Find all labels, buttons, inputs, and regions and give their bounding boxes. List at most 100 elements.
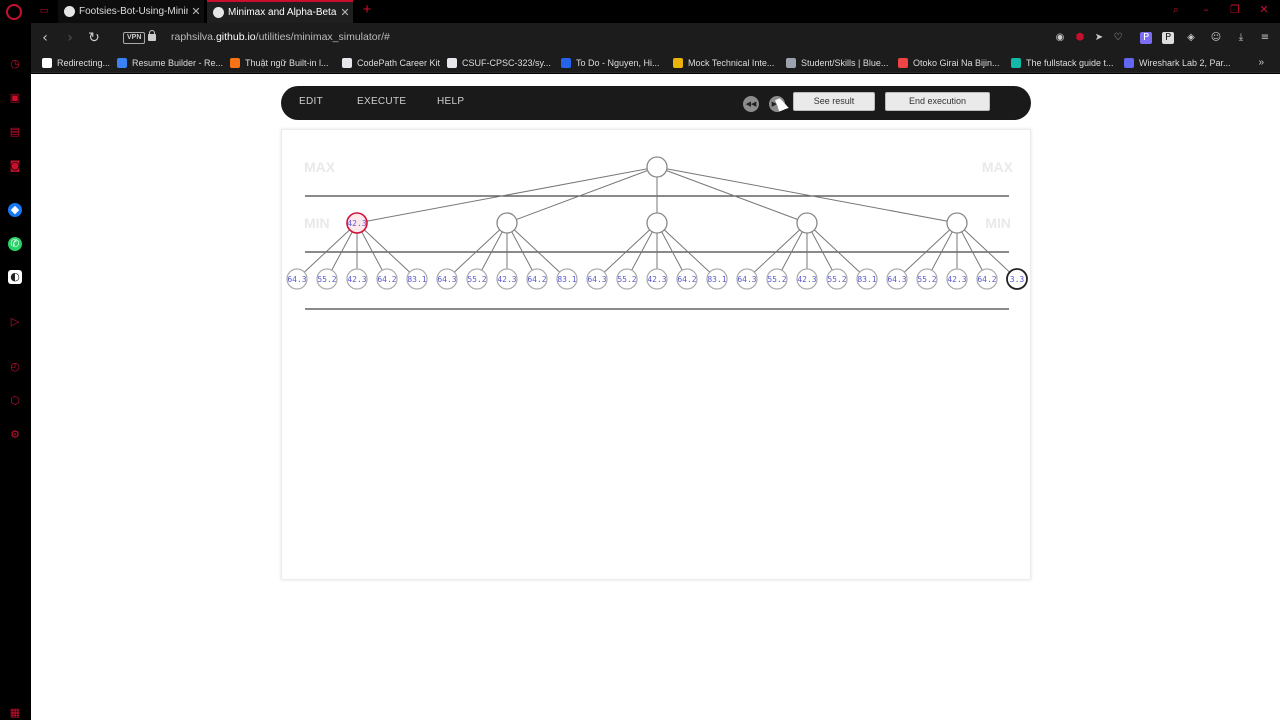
bookmark-label: Thuật ngữ Built-in l... — [245, 58, 329, 68]
leaf-node-value: 64.2 — [527, 275, 546, 284]
leaf-node-value: 83.1 — [857, 275, 876, 284]
bookmark-favicon-icon — [117, 58, 127, 68]
bookmark-label: Wireshark Lab 2, Par... — [1139, 58, 1231, 68]
tree-canvas[interactable]: MAX MAX MIN MIN 42.3 64.3 55.2 42.3 64.2 83.1 64.3… — [281, 129, 1031, 580]
min-node[interactable] — [796, 212, 818, 234]
tab-title: Footsies-Bot-Using-Minimax — [79, 6, 188, 17]
heart-icon[interactable]: ♡ — [1112, 32, 1124, 44]
settings-icon[interactable]: ⚙ — [8, 428, 22, 442]
end-execution-button[interactable]: End execution — [885, 92, 990, 111]
forward-icon[interactable]: › — [62, 30, 78, 46]
leaf-node-value: 64.2 — [677, 275, 696, 284]
tab-close-icon[interactable]: ✕ — [188, 5, 204, 18]
send-icon[interactable]: ➤ — [1093, 32, 1105, 44]
url-prefix: raphsilva. — [171, 31, 216, 43]
step-back-icon[interactable]: ◀◀ — [743, 96, 759, 112]
instagram-icon[interactable]: ◙ — [8, 159, 22, 173]
help-menu[interactable]: HELP — [437, 96, 464, 107]
history-icon[interactable]: ◴ — [8, 360, 22, 374]
bookmark-item[interactable]: Thuật ngữ Built-in l... — [230, 56, 329, 70]
camera-icon[interactable]: ◉ — [1054, 32, 1066, 44]
bookmark-favicon-icon — [42, 58, 52, 68]
bookmark-item[interactable]: Redirecting... — [42, 56, 110, 70]
leaf-node-value: 64.3 — [437, 275, 456, 284]
bookmark-item[interactable]: CodePath Career Kit — [342, 56, 440, 70]
leaf-node-value: 83.1 — [707, 275, 726, 284]
minimax-tree: MAX MAX MIN MIN 42.3 64.3 55.2 42.3 64.2 83.1 64.3… — [286, 156, 1028, 310]
leaf-node-value: 42.3 — [947, 275, 966, 284]
leaf-node-value: 42.3 — [497, 275, 516, 284]
tree-edge — [656, 166, 808, 224]
bookmark-item[interactable]: The fullstack guide t... — [1011, 56, 1114, 70]
url-field[interactable]: raphsilva.github.io/utilities/minimax_si… — [171, 31, 390, 43]
player-icon[interactable]: ▷ — [8, 315, 22, 329]
execute-menu[interactable]: EXECUTE — [357, 96, 406, 107]
new-tab-button[interactable]: + — [360, 1, 374, 18]
min-node[interactable] — [946, 212, 968, 234]
bookmark-favicon-icon — [1124, 58, 1134, 68]
gx-control-icon[interactable]: ▭ — [37, 5, 51, 17]
cube-icon[interactable]: ◈ — [1185, 32, 1197, 44]
vpn-badge[interactable]: VPN — [123, 32, 146, 44]
lock-icon[interactable] — [148, 30, 156, 41]
reload-icon[interactable]: ↻ — [86, 30, 102, 46]
github-icon — [64, 6, 75, 17]
bookmark-item[interactable]: Resume Builder - Re... — [117, 56, 223, 70]
bookmark-item[interactable]: CSUF-CPSC-323/sy... — [447, 56, 551, 70]
twitch-icon[interactable]: ▤ — [8, 125, 22, 139]
bookmark-favicon-icon — [898, 58, 908, 68]
leaf-node-value: 55.2 — [617, 275, 636, 284]
tab-minimax-simulator[interactable]: Minimax and Alpha-Beta P ✕ — [207, 0, 353, 23]
bookmarks-overflow-icon[interactable]: » — [1258, 57, 1264, 68]
extension-p-icon[interactable]: P — [1140, 32, 1152, 44]
url-host: github.io — [215, 31, 256, 43]
bookmark-label: To Do - Nguyen, Hi... — [576, 58, 660, 68]
shopping-bag-icon[interactable]: ▣ — [8, 91, 22, 105]
search-tabs-icon[interactable]: ⌕ — [1169, 3, 1183, 17]
min-node[interactable] — [496, 212, 518, 234]
tab-close-icon[interactable]: ✕ — [337, 6, 353, 19]
extension-p2-icon[interactable]: P — [1162, 32, 1174, 44]
see-result-button[interactable]: See result — [793, 92, 875, 111]
extensions-icon[interactable]: ⬡ — [8, 394, 22, 408]
tab-footsies-bot[interactable]: Footsies-Bot-Using-Minimax ✕ — [58, 0, 204, 23]
download-icon[interactable]: ⤓ — [1235, 32, 1247, 44]
bookmark-label: Mock Technical Inte... — [688, 58, 775, 68]
profile-icon[interactable]: ☺ — [1210, 32, 1222, 44]
adblock-icon[interactable]: ⬢ — [1074, 32, 1086, 44]
leaf-node-value: 55.2 — [317, 275, 336, 284]
edit-menu[interactable]: EDIT — [299, 96, 323, 107]
max-root-node[interactable] — [646, 156, 668, 178]
bookmark-label: Otoko Girai Na Bijin... — [913, 58, 1000, 68]
leaf-node-value: 64.3 — [287, 275, 306, 284]
maximize-icon[interactable]: ❐ — [1228, 3, 1242, 17]
min-node[interactable] — [646, 212, 668, 234]
bookmark-favicon-icon — [786, 58, 796, 68]
bookmark-item[interactable]: Mock Technical Inte... — [673, 56, 774, 70]
bookmarks-bar: Redirecting... Resume Builder - Re... Thuậ… — [0, 53, 1280, 73]
messenger-icon[interactable]: ◆ — [8, 203, 22, 217]
back-icon[interactable]: ‹ — [37, 30, 53, 46]
sidebar-more-icon[interactable]: ▦ — [8, 706, 22, 720]
opera-logo-icon[interactable] — [6, 4, 22, 20]
speed-dial-icon[interactable]: ◷ — [8, 57, 22, 71]
bookmark-item[interactable]: Student/Skills | Blue... — [786, 56, 888, 70]
bookmark-item[interactable]: Otoko Girai Na Bijin... — [898, 56, 1000, 70]
level-label-min-right: MIN — [985, 215, 1011, 231]
leaf-node-value: 64.3 — [737, 275, 756, 284]
bookmark-item[interactable]: To Do - Nguyen, Hi... — [561, 56, 660, 70]
whatsapp-icon[interactable]: ✆ — [8, 237, 22, 251]
bookmark-item[interactable]: Wireshark Lab 2, Par... — [1124, 56, 1231, 70]
level-label-max-right: MAX — [982, 159, 1014, 175]
menu-icon[interactable]: ≡ — [1259, 32, 1271, 44]
leaf-node-value: 42.3 — [347, 275, 366, 284]
leaf-node-value: 55.2 — [917, 275, 936, 284]
leaf-node-value: 55.2 — [767, 275, 786, 284]
bookmark-favicon-icon — [447, 58, 457, 68]
web-page: EDIT EXECUTE HELP ◀◀ ▶▶ See result End e… — [31, 74, 1280, 720]
leaf-node-value: 83.1 — [557, 275, 576, 284]
minimize-icon[interactable]: – — [1199, 3, 1213, 17]
close-window-icon[interactable]: ✕ — [1257, 3, 1271, 17]
bookmark-label: Redirecting... — [57, 58, 111, 68]
discord-icon[interactable]: ◐ — [8, 270, 22, 284]
